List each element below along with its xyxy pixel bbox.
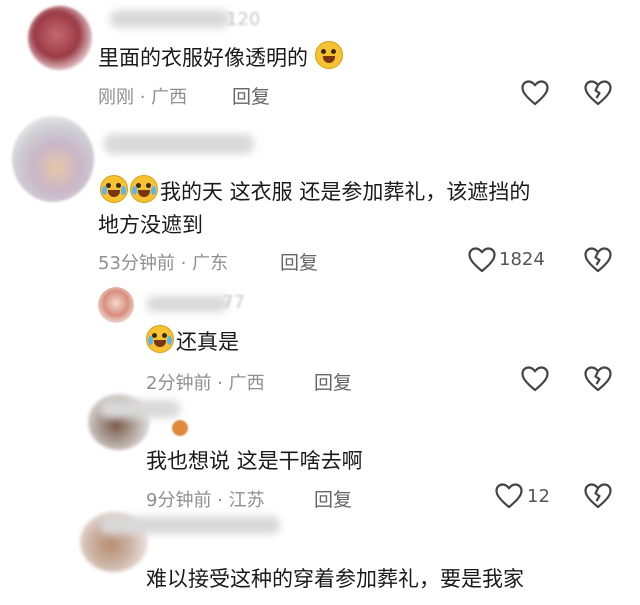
comment-text: 里面的衣服好像透明的	[98, 41, 345, 75]
comment-text: 难以接受这种的穿着参加葬礼，要是我家	[146, 567, 524, 591]
username-suffix: 77	[222, 292, 245, 313]
grinning-squint-emoji	[314, 41, 343, 69]
username[interactable]	[110, 10, 230, 28]
username[interactable]	[100, 516, 280, 534]
avatar[interactable]	[98, 287, 134, 323]
comment-text: 我的天 这衣服 还是参加葬礼，该遮挡的	[100, 175, 530, 209]
badge	[172, 420, 188, 436]
heart-outline-icon[interactable]	[468, 247, 496, 273]
broken-heart-icon[interactable]	[584, 483, 612, 509]
comment-text: 还真是	[146, 325, 239, 359]
comment-text: 我也想说 这是干啥去啊	[146, 449, 363, 473]
reply-button[interactable]: 回复	[232, 82, 270, 109]
username[interactable]	[146, 296, 228, 312]
broken-heart-icon[interactable]	[584, 366, 612, 392]
avatar[interactable]	[28, 6, 92, 70]
heart-outline-icon[interactable]	[495, 483, 523, 509]
crying-laughing-emoji	[100, 175, 128, 203]
avatar[interactable]	[12, 116, 94, 202]
like-count: 12	[527, 486, 550, 507]
comment-time-location: 53分钟前 · 广东	[98, 253, 229, 274]
crying-laughing-emoji	[130, 175, 158, 203]
username[interactable]	[104, 134, 254, 154]
comment-time-location: 刚刚 · 广西	[98, 87, 188, 108]
comment-time-location: 2分钟前 · 广西	[146, 373, 265, 394]
broken-heart-icon[interactable]	[584, 247, 612, 273]
heart-outline-icon[interactable]	[521, 80, 549, 106]
comment-text-line2: 地方没遮到	[98, 213, 203, 237]
crying-laughing-emoji	[146, 325, 174, 353]
comment-time-location: 9分钟前 · 江苏	[146, 490, 265, 511]
broken-heart-icon[interactable]	[584, 80, 612, 106]
username[interactable]	[100, 400, 180, 418]
reply-button[interactable]: 回复	[314, 368, 352, 395]
heart-outline-icon[interactable]	[521, 366, 549, 392]
username-suffix: 120	[226, 9, 261, 30]
reply-button[interactable]: 回复	[314, 485, 352, 512]
reply-button[interactable]: 回复	[280, 248, 318, 275]
like-count: 1824	[499, 249, 545, 270]
